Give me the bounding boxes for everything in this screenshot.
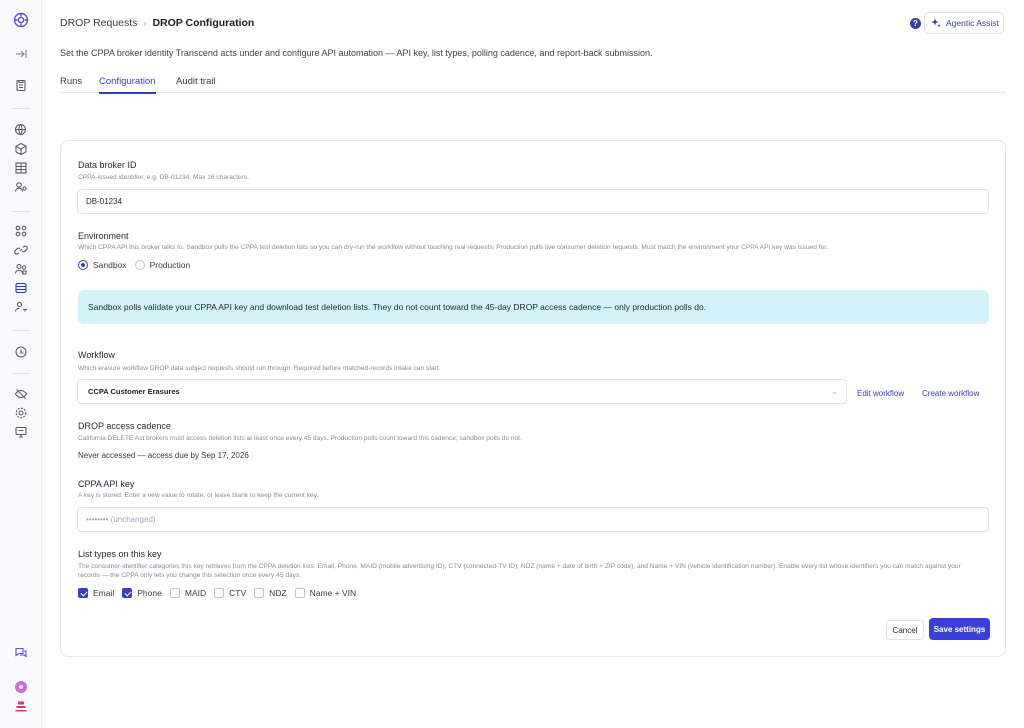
data-table-icon[interactable] (14, 161, 28, 175)
apps-grid-icon[interactable] (14, 224, 28, 238)
checkbox[interactable] (254, 588, 265, 598)
save-settings-button[interactable]: Save settings (929, 618, 990, 640)
workflow-selected-value: CCPA Customer Erasures (88, 387, 180, 396)
list-type-ctv[interactable]: CTV (214, 588, 246, 598)
broker-id-label: Data broker ID (78, 160, 137, 170)
list-type-ndz[interactable]: NDZ (254, 588, 287, 598)
cadence-help: California DELETE Act brokers must acces… (78, 435, 522, 442)
checkbox-label: Name + VIN (309, 588, 357, 598)
checkbox[interactable] (122, 588, 133, 598)
broker-id-input[interactable]: DB-01234 (77, 189, 989, 214)
page-description: Set the CPPA broker identity Transcend a… (60, 48, 653, 58)
checkbox[interactable] (78, 588, 88, 598)
environment-label: Environment (78, 231, 129, 241)
checkbox-label: Email (93, 588, 115, 598)
create-workflow-button[interactable]: Create workflow (922, 389, 979, 398)
collapse-sidebar-icon[interactable] (14, 47, 28, 61)
list-types-help: The consumer-identifier categories this … (78, 563, 961, 579)
list-type-maid[interactable]: MAID (169, 588, 207, 598)
left-sidebar (0, 0, 42, 728)
checkbox-label: NDZ (269, 588, 287, 598)
chevron-down-icon: ⌄ (831, 387, 838, 396)
list-types-label: List types on this key (78, 549, 162, 559)
help-icon[interactable]: ? (910, 18, 921, 29)
production-radio[interactable] (134, 260, 145, 270)
workflow-label: Workflow (78, 350, 115, 360)
sandbox-info-banner: Sandbox polls validate your CPPA API key… (78, 290, 989, 324)
api-key-help: A key is stored. Enter a new value to ro… (78, 492, 319, 499)
clipboard-icon[interactable] (14, 78, 28, 92)
user-group-icon[interactable] (14, 262, 28, 276)
checkbox-label: CTV (229, 588, 247, 598)
checkbox-label: Phone (137, 588, 162, 598)
environment-help: Which CPPA API this broker talks to. San… (78, 244, 828, 251)
rail-divider (12, 108, 30, 109)
page-title: DROP Configuration (152, 17, 255, 29)
cadence-label: DROP access cadence (78, 421, 171, 431)
breadcrumb-parent[interactable]: DROP Requests (60, 17, 137, 29)
link-icon[interactable] (14, 243, 28, 257)
sandbox-radio[interactable] (78, 260, 88, 270)
sparkle-icon (931, 18, 941, 28)
tab-audit-trail[interactable]: Audit trail (176, 76, 216, 92)
cadence-status: Never accessed — access due by Sep 17, 2… (78, 451, 249, 460)
privacy-shield-icon[interactable] (14, 345, 28, 359)
edit-workflow-button[interactable]: Edit workflow (857, 389, 904, 398)
tab-bar: Runs Configuration Audit trail (60, 76, 1006, 94)
app-logo-icon[interactable] (13, 12, 29, 28)
agentic-assist-button[interactable]: Agentic Assist (924, 12, 1004, 34)
cube-icon[interactable] (14, 142, 28, 156)
checkbox[interactable] (169, 588, 180, 598)
production-radio-label[interactable]: Production (150, 260, 191, 270)
globe-lock-icon[interactable] (14, 123, 28, 137)
checkbox[interactable] (294, 588, 305, 598)
workflow-select[interactable]: CCPA Customer Erasures ⌄ (77, 379, 847, 404)
agentic-assist-label: Agentic Assist (946, 18, 999, 28)
tab-configuration[interactable]: Configuration (99, 76, 156, 94)
assistant-icon[interactable] (14, 699, 28, 713)
breadcrumb: DROP Requests › DROP Configuration (60, 17, 254, 29)
list-type-email[interactable]: Email (78, 588, 114, 598)
sandbox-radio-label[interactable]: Sandbox (93, 260, 127, 270)
tab-runs[interactable]: Runs (60, 76, 82, 92)
rail-divider (12, 211, 30, 212)
checkbox[interactable] (214, 588, 225, 598)
user-key-icon[interactable] (14, 300, 28, 314)
checkbox-label: MAID (184, 588, 207, 598)
cancel-button[interactable]: Cancel (886, 620, 924, 640)
settings-gear-icon[interactable] (14, 406, 28, 420)
eye-off-icon[interactable] (14, 387, 28, 401)
api-key-input[interactable]: •••••••• (unchanged) (77, 507, 989, 532)
workflow-help: Which erasure workflow DROP data subject… (78, 365, 441, 372)
people-search-icon[interactable] (14, 180, 28, 194)
rail-divider (12, 330, 30, 331)
environment-radio-group: Sandbox Production (78, 260, 190, 270)
database-icon[interactable] (14, 281, 28, 295)
monitor-icon[interactable] (14, 425, 28, 439)
breadcrumb-separator: › (143, 18, 147, 28)
list-type-phone[interactable]: Phone (122, 588, 162, 598)
broker-id-help: CPPA-issued identifier, e.g. DB-01234. M… (78, 174, 250, 181)
chat-icon[interactable] (14, 645, 28, 659)
user-avatar-icon[interactable] (15, 681, 27, 693)
api-key-label: CPPA API key (78, 479, 135, 489)
list-types-checkboxes: Email Phone MAID CTV NDZ Name + VIN (78, 588, 364, 598)
list-type-name-vin[interactable]: Name + VIN (294, 588, 357, 598)
rail-divider (12, 373, 30, 374)
